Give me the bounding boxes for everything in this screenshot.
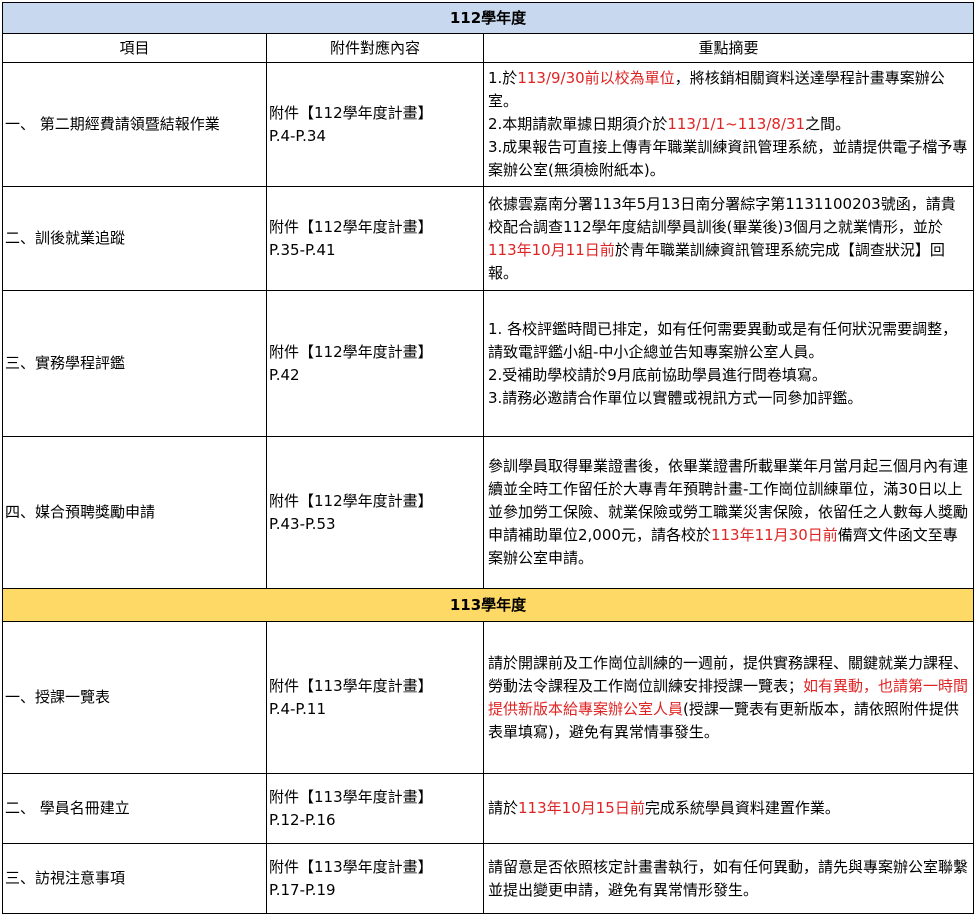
item-cell: 四、媒合預聘獎勵申請 (2, 436, 267, 589)
attachment-pages: P.42 (269, 365, 300, 384)
summary-paragraph: 1.於113/9/30前以校為單位，將核銷相關資料送達學程計畫專案辦公室。 (488, 67, 969, 113)
summary-paragraph: 請於113年10月15日前完成系統學員資料建置作業。 (488, 797, 969, 820)
attachment-cell: 附件【112學年度計畫】 P.42 (266, 290, 484, 437)
column-header-row: 項目 附件對應內容 重點摘要 (2, 33, 974, 63)
attachment-plan: 附件【113學年度計畫】 (269, 787, 433, 806)
item-cell: 二、 學員名冊建立 (2, 773, 267, 844)
attachment-cell: 附件【113學年度計畫】 P.12-P.16 (266, 773, 484, 844)
item-cell: 一、授課一覽表 (2, 621, 267, 774)
summary-text: 2.本期請款單據日期須介於 (488, 115, 668, 133)
summary-paragraph: 參訓學員取得畢業證書後，依畢業證書所載畢業年月當月起三個月內有連續並全時工作留任… (488, 455, 969, 570)
attachment-pages: P.12-P.16 (269, 810, 336, 829)
summary-text: 3.請務必邀請合作單位以實體或視訊方式一同參加評鑑。 (488, 388, 863, 407)
column-header-summary: 重點摘要 (483, 33, 974, 63)
table-row: 三、實務學程評鑑 附件【112學年度計畫】 P.42 1. 各校評鑑時間已排定，如… (2, 290, 974, 437)
highlighted-text: 113/1/1~113/8/31 (667, 115, 806, 133)
summary-paragraph: 3.成果報告可直接上傳青年職業訓練資訊管理系統，並請提供電子檔予專案辦公室(無須… (488, 136, 969, 182)
table-row: 二、訓後就業追蹤 附件【112學年度計畫】 P.35-P.41 依據雲嘉南分署11… (2, 186, 974, 291)
summary-text: 之間。 (805, 115, 851, 133)
item-cell: 二、訓後就業追蹤 (2, 186, 267, 291)
attachment-plan: 附件【112學年度計畫】 (269, 342, 433, 361)
summary-text: 3.成果報告可直接上傳青年職業訓練資訊管理系統，並請提供電子檔予專案辦公室(無須… (488, 138, 968, 179)
summary-text: 1. 各校評鑑時間已排定，如有任何需要異動或是有任何狀況需要調整，請致電評鑑小組… (488, 319, 958, 361)
summary-cell: 1.於113/9/30前以校為單位，將核銷相關資料送達學程計畫專案辦公室。 2.本… (483, 62, 974, 187)
year-title: 112學年度 (2, 2, 974, 34)
attachment-plan: 附件【112學年度計畫】 (269, 103, 433, 122)
summary-paragraph: 2.本期請款單據日期須介於113/1/1~113/8/31之間。 (488, 113, 969, 136)
attachment-cell: 附件【113學年度計畫】 P.4-P.11 (266, 621, 484, 774)
year-header-row: 112學年度 (2, 2, 974, 34)
summary-text: 完成系統學員資料建置作業。 (644, 799, 840, 817)
attachment-cell: 附件【112學年度計畫】 P.43-P.53 (266, 436, 484, 589)
summary-paragraph: 依據雲嘉南分署113年5月13日南分署綜字第1131100203號函，請貴校配合… (488, 193, 969, 285)
schedule-table: 112學年度 項目 附件對應內容 重點摘要 一、 第二期經費請領暨結報作業 附件… (2, 2, 974, 914)
attachment-cell: 附件【112學年度計畫】 P.4-P.34 (266, 62, 484, 187)
summary-paragraph: 請留意是否依照核定計畫書執行，如有任何異動，請先與專案辦公室聯繫並提出變更申請，… (488, 856, 969, 902)
highlighted-text: 113年10月11日前 (488, 240, 615, 259)
column-header-attachment: 附件對應內容 (266, 33, 484, 63)
attachment-cell: 附件【113學年度計畫】 P.17-P.19 (266, 843, 484, 914)
summary-paragraph: 1. 各校評鑑時間已排定，如有任何需要異動或是有任何狀況需要調整，請致電評鑑小組… (488, 318, 969, 364)
item-cell: 三、訪視注意事項 (2, 843, 267, 914)
summary-text: 依據雲嘉南分署113年5月13日南分署綜字第1131100203號函，請貴校配合… (488, 194, 956, 236)
summary-text: 請於 (488, 799, 519, 817)
highlighted-text: 113年10月15日前 (518, 799, 645, 817)
table-row: 一、 第二期經費請領暨結報作業 附件【112學年度計畫】 P.4-P.34 1.於… (2, 62, 974, 187)
attachment-pages: P.17-P.19 (269, 880, 336, 899)
year-title: 113學年度 (2, 588, 974, 622)
table-row: 三、訪視注意事項 附件【113學年度計畫】 P.17-P.19 請留意是否依照核定… (2, 843, 974, 914)
year-header-row: 113學年度 (2, 588, 974, 622)
item-cell: 一、 第二期經費請領暨結報作業 (2, 62, 267, 187)
summary-cell: 1. 各校評鑑時間已排定，如有任何需要異動或是有任何狀況需要調整，請致電評鑑小組… (483, 290, 974, 437)
column-header-item: 項目 (2, 33, 267, 63)
table-row: 一、授課一覽表 附件【113學年度計畫】 P.4-P.11 請於開課前及工作崗位訓… (2, 621, 974, 774)
attachment-pages: P.43-P.53 (269, 514, 336, 533)
attachment-pages: P.35-P.41 (269, 240, 336, 259)
table-row: 四、媒合預聘獎勵申請 附件【112學年度計畫】 P.43-P.53 參訓學員取得畢… (2, 436, 974, 589)
summary-text: 2.受補助學校請於9月底前協助學員進行問卷填寫。 (488, 365, 827, 384)
summary-cell: 參訓學員取得畢業證書後，依畢業證書所載畢業年月當月起三個月內有連續並全時工作留任… (483, 436, 974, 589)
summary-text: 請留意是否依照核定計畫書執行，如有任何異動，請先與專案辦公室聯繫並提出變更申請，… (488, 857, 969, 899)
table-row: 二、 學員名冊建立 附件【113學年度計畫】 P.12-P.16 請於113年10… (2, 773, 974, 844)
attachment-plan: 附件【112學年度計畫】 (269, 217, 433, 236)
attachment-cell: 附件【112學年度計畫】 P.35-P.41 (266, 186, 484, 291)
attachment-pages: P.4-P.34 (269, 126, 326, 145)
summary-cell: 依據雲嘉南分署113年5月13日南分署綜字第1131100203號函，請貴校配合… (483, 186, 974, 291)
summary-cell: 請於113年10月15日前完成系統學員資料建置作業。 (483, 773, 974, 844)
attachment-plan: 附件【112學年度計畫】 (269, 491, 433, 510)
summary-paragraph: 請於開課前及工作崗位訓練的一週前，提供實務課程、關鍵就業力課程、勞動法令課程及工… (488, 652, 969, 744)
highlighted-text: 113年11月30日前 (710, 526, 838, 544)
summary-cell: 請留意是否依照核定計畫書執行，如有任何異動，請先與專案辦公室聯繫並提出變更申請，… (483, 843, 974, 914)
item-cell: 三、實務學程評鑑 (2, 290, 267, 437)
summary-paragraph: 3.請務必邀請合作單位以實體或視訊方式一同參加評鑑。 (488, 387, 969, 410)
summary-paragraph: 2.受補助學校請於9月底前協助學員進行問卷填寫。 (488, 364, 969, 387)
attachment-pages: P.4-P.11 (269, 699, 326, 718)
summary-cell: 請於開課前及工作崗位訓練的一週前，提供實務課程、關鍵就業力課程、勞動法令課程及工… (483, 621, 974, 774)
summary-text: 1.於 (488, 69, 518, 87)
highlighted-text: 113/9/30前以校為單位 (517, 69, 675, 87)
attachment-plan: 附件【113學年度計畫】 (269, 676, 433, 695)
attachment-plan: 附件【113學年度計畫】 (269, 857, 433, 876)
